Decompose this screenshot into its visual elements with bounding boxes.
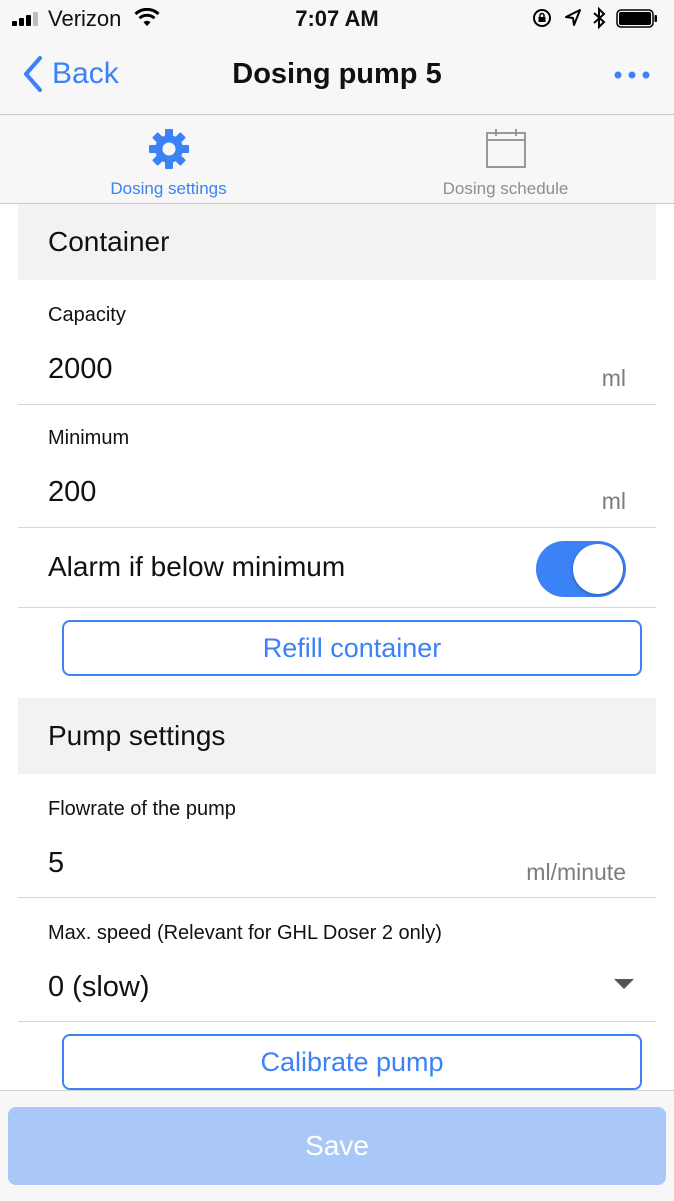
alarm-label: Alarm if below minimum [48,551,346,582]
footer: Save [0,1090,674,1201]
flowrate-unit: ml/minute [526,859,626,885]
divider [18,1021,656,1022]
page-title: Dosing pump 5 [232,58,442,90]
divider [18,527,656,528]
more-options-icon[interactable] [612,58,652,92]
capacity-label: Capacity [48,304,126,326]
pump-section-header: Pump settings [18,698,656,774]
navigation-bar: Back Dosing pump 5 [0,38,674,115]
flowrate-input[interactable]: 5 [48,847,64,880]
tab-dosing-schedule[interactable]: Dosing schedule [337,115,674,203]
minimum-unit: ml [601,488,626,514]
status-bar: Verizon 7:07 AM [0,0,674,38]
rotation-lock-icon [533,9,551,27]
settings-form: Container Capacity 2000 ml Minimum 200 m… [0,204,674,1090]
save-button[interactable]: Save [8,1107,666,1185]
calendar-icon [485,129,526,168]
gear-icon [148,129,189,169]
tab-bar: Dosing settings Dosing schedule [0,115,674,204]
capacity-input[interactable]: 2000 [48,353,113,386]
minimum-input[interactable]: 200 [48,476,96,509]
toggle-knob [573,544,623,594]
tab-label: Dosing schedule [442,179,569,198]
refill-container-button[interactable]: Refill container [62,620,642,676]
dropdown-arrow-icon[interactable] [614,979,634,989]
divider [18,607,656,608]
minimum-label: Minimum [48,427,130,449]
divider [18,897,656,898]
container-section-header: Container [18,204,656,280]
section-title: Pump settings [48,720,226,751]
max-speed-select[interactable]: 0 (slow) [48,971,150,1004]
divider [18,404,656,405]
flowrate-label: Flowrate of the pump [48,798,236,820]
location-arrow-icon [565,9,581,26]
alarm-toggle[interactable] [536,541,626,597]
tab-dosing-settings[interactable]: Dosing settings [0,115,337,203]
tab-label: Dosing settings [110,179,227,198]
section-title: Container [48,226,170,257]
battery-icon [616,9,657,28]
bluetooth-icon [593,6,606,30]
max-speed-label: Max. speed (Relevant for GHL Doser 2 onl… [48,922,442,944]
capacity-unit: ml [601,365,626,391]
calibrate-pump-button[interactable]: Calibrate pump [62,1034,642,1090]
